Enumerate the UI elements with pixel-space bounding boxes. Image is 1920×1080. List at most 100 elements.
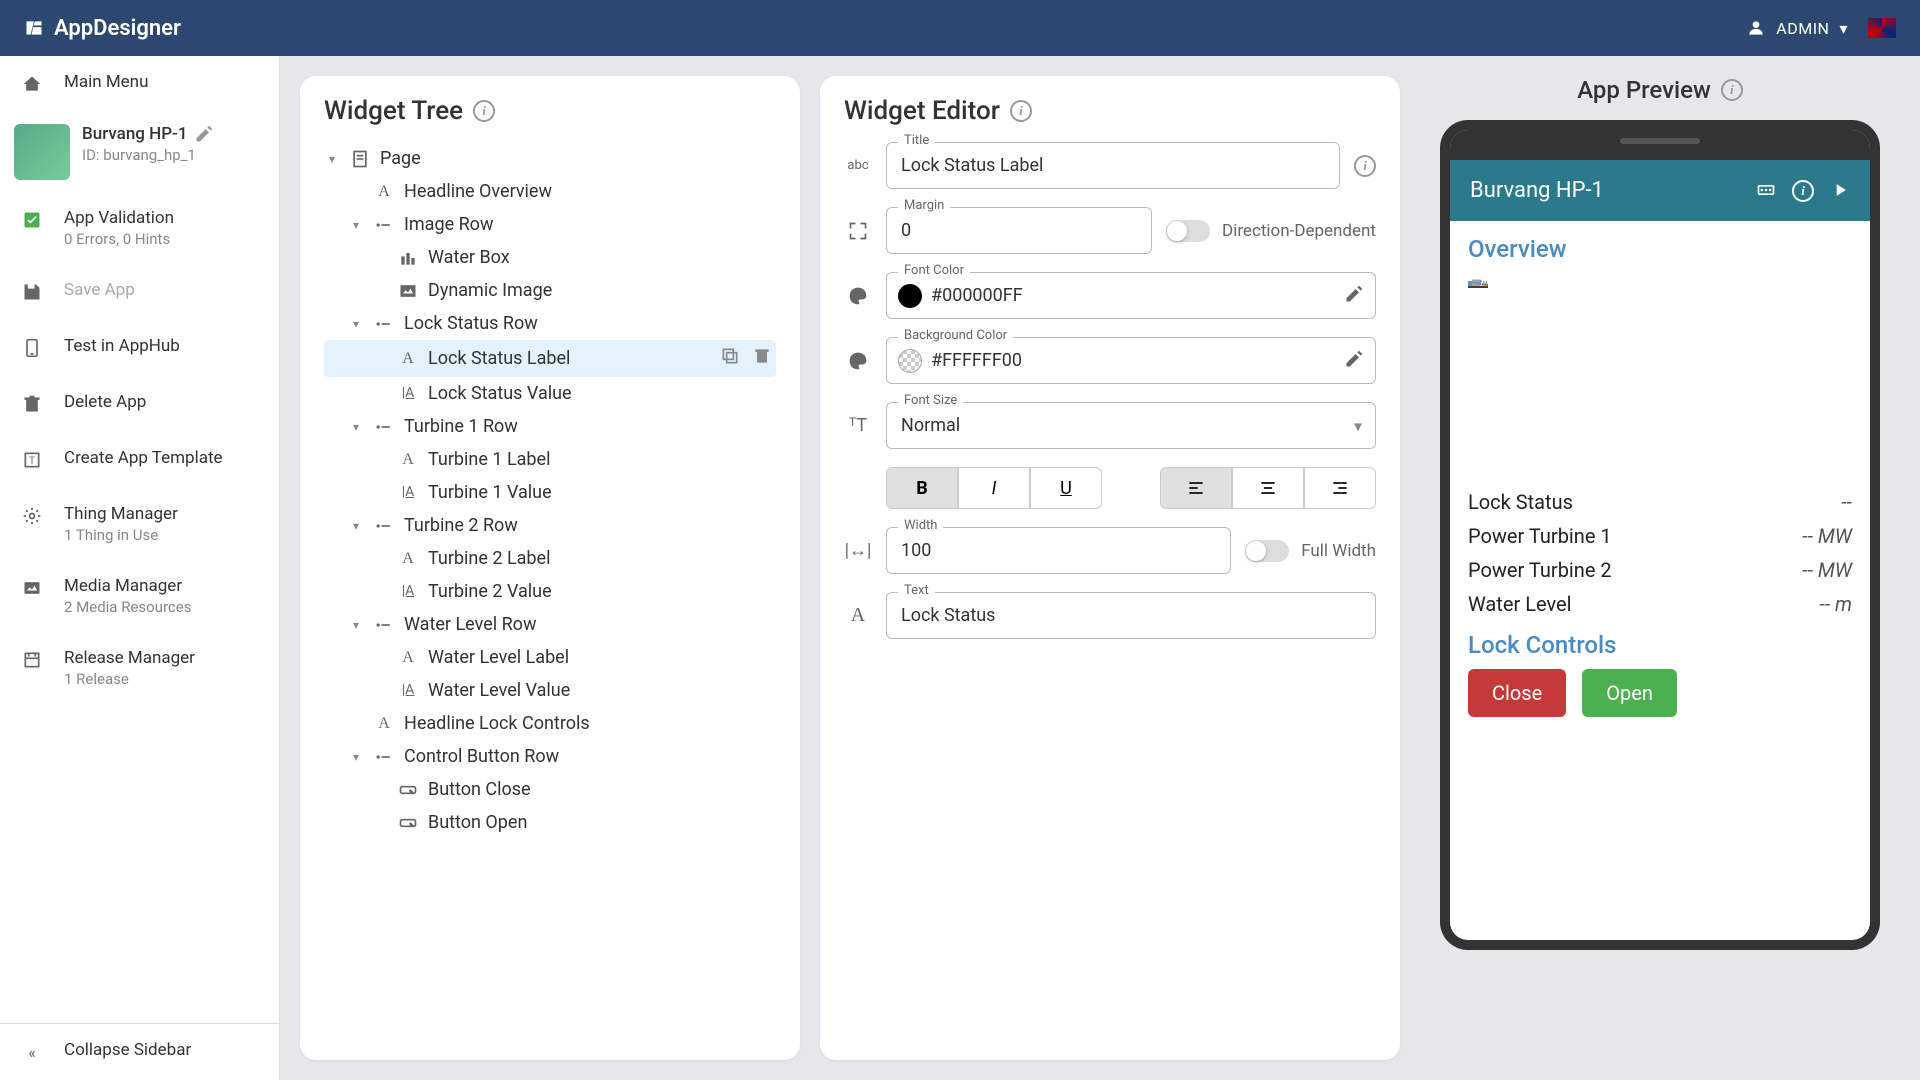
caret-icon[interactable]: ▾	[348, 218, 364, 232]
tree-node[interactable]: ▾AHeadline Lock Controls	[324, 707, 776, 740]
preview-title-text: App Preview	[1577, 76, 1711, 104]
italic-button[interactable]: I	[958, 467, 1030, 509]
language-flag[interactable]	[1868, 18, 1896, 38]
tree-node[interactable]: ▾Water Box	[324, 241, 776, 274]
caret-icon[interactable]: ▾	[348, 519, 364, 533]
tree-node[interactable]: ▾Dynamic Image	[324, 274, 776, 307]
row-icon	[374, 747, 394, 767]
open-button[interactable]: Open	[1582, 669, 1677, 717]
toggle-label: Direction-Dependent	[1222, 221, 1376, 241]
bold-button[interactable]: B	[886, 467, 958, 509]
data-value: --	[1841, 490, 1852, 514]
edit-icon[interactable]	[1344, 284, 1364, 308]
edit-icon[interactable]	[1344, 349, 1364, 373]
sidebar-app-card[interactable]: Burvang HP-1 ID: burvang_hp_1	[0, 112, 279, 192]
row-icon	[374, 215, 394, 235]
tree-node[interactable]: ▾Image Row	[324, 208, 776, 241]
tree-node[interactable]: ▾|ATurbine 2 Value	[324, 575, 776, 608]
sidebar-collapse[interactable]: « Collapse Sidebar	[0, 1024, 279, 1080]
align-right-button[interactable]	[1304, 467, 1376, 509]
info-icon[interactable]: i	[1792, 180, 1814, 202]
sidebar-validation[interactable]: App Validation 0 Errors, 0 Hints	[0, 192, 279, 264]
sidebar-template[interactable]: T Create App Template	[0, 432, 279, 488]
sidebar-item-sublabel: 1 Thing in Use	[64, 526, 178, 544]
info-icon[interactable]: i	[1721, 79, 1743, 101]
app-header: AppDesigner ADMIN ▾	[0, 0, 1920, 56]
tree-node-label: Turbine 2 Row	[404, 515, 772, 536]
tree-node[interactable]: ▾Lock Status Row	[324, 307, 776, 340]
sidebar-thing[interactable]: Thing Manager 1 Thing in Use	[0, 488, 279, 560]
keyboard-icon[interactable]	[1756, 180, 1776, 200]
width-input[interactable]	[886, 527, 1231, 574]
copy-icon[interactable]	[720, 346, 740, 371]
sidebar-media[interactable]: Media Manager 2 Media Resources	[0, 560, 279, 632]
sidebar-main-menu[interactable]: Main Menu	[0, 56, 279, 112]
tree-node[interactable]: ▾Button Open	[324, 806, 776, 839]
caret-icon[interactable]: ▾	[348, 750, 364, 764]
sidebar-delete[interactable]: Delete App	[0, 376, 279, 432]
row-icon	[374, 615, 394, 635]
tree-node[interactable]: ▾Page	[324, 142, 776, 175]
margin-direction-toggle[interactable]	[1166, 220, 1210, 242]
image-icon	[398, 281, 418, 301]
data-row: Power Turbine 1-- MW	[1468, 519, 1852, 553]
tree-node[interactable]: ▾Control Button Row	[324, 740, 776, 773]
section-lock-controls: Lock Controls	[1468, 631, 1852, 659]
info-icon[interactable]: i	[1010, 100, 1032, 122]
caret-icon[interactable]: ▾	[348, 618, 364, 632]
field-label: Font Color	[898, 263, 970, 278]
text-icon: A	[398, 550, 418, 568]
caret-icon[interactable]: ▾	[324, 152, 340, 166]
panel-title: Widget Tree i	[324, 96, 776, 126]
tree-node[interactable]: ▾|ATurbine 1 Value	[324, 476, 776, 509]
align-left-button[interactable]	[1160, 467, 1232, 509]
bars-icon	[398, 248, 418, 268]
hydro-diagram	[1468, 273, 1852, 473]
margin-input[interactable]	[886, 207, 1152, 254]
align-center-button[interactable]	[1232, 467, 1304, 509]
app-id: ID: burvang_hp_1	[82, 146, 214, 164]
text-icon: A	[398, 451, 418, 469]
info-icon[interactable]: i	[473, 100, 495, 122]
tree-node[interactable]: ▾AWater Level Label	[324, 641, 776, 674]
value-icon: |A	[398, 385, 418, 402]
close-button[interactable]: Close	[1468, 669, 1566, 717]
trash-icon[interactable]	[752, 346, 772, 371]
release-icon	[20, 648, 44, 672]
logo-icon	[24, 18, 44, 38]
underline-button[interactable]: U	[1030, 467, 1102, 509]
font-size-select[interactable]	[886, 402, 1376, 449]
title-input[interactable]	[886, 142, 1340, 189]
bg-color-input[interactable]	[886, 337, 1376, 384]
text-icon: A	[398, 350, 418, 368]
full-width-toggle[interactable]	[1245, 540, 1289, 562]
info-icon[interactable]: i	[1354, 155, 1376, 177]
tree-node[interactable]: ▾Button Close	[324, 773, 776, 806]
sidebar-release[interactable]: Release Manager 1 Release	[0, 632, 279, 704]
tree-node[interactable]: ▾ATurbine 1 Label	[324, 443, 776, 476]
tree-node-label: Turbine 1 Label	[428, 449, 772, 470]
panel-title-text: Widget Editor	[844, 96, 1000, 126]
play-icon[interactable]	[1830, 180, 1850, 200]
field-label: Title	[898, 133, 935, 148]
text-input[interactable]	[886, 592, 1376, 639]
tree-node[interactable]: ▾ Turbine 2 Row	[324, 509, 776, 542]
tree-node[interactable]: ▾Turbine 1 Row	[324, 410, 776, 443]
palette-icon	[844, 286, 872, 306]
tree-node[interactable]: ▾ATurbine 2 Label	[324, 542, 776, 575]
font-color-input[interactable]	[886, 272, 1376, 319]
tree-node[interactable]: ▾AHeadline Overview	[324, 175, 776, 208]
tree-node[interactable]: ▾|AWater Level Value	[324, 674, 776, 707]
tree-node[interactable]: ▾Water Level Row	[324, 608, 776, 641]
tree-node-label: Headline Overview	[404, 181, 772, 202]
tree-node[interactable]: ▾ALock Status Label	[324, 340, 776, 377]
caret-icon[interactable]: ▾	[348, 420, 364, 434]
tree-node[interactable]: ▾|ALock Status Value	[324, 377, 776, 410]
widget-editor-panel: Widget Editor i abc Title i Margin	[820, 76, 1400, 1060]
sidebar: Main Menu Burvang HP-1 ID: burvang_hp_1 …	[0, 56, 280, 1080]
edit-icon[interactable]	[194, 124, 214, 144]
caret-icon[interactable]: ▾	[348, 317, 364, 331]
tree-node-label: Lock Status Value	[428, 383, 772, 404]
admin-menu[interactable]: ADMIN ▾	[1746, 18, 1848, 38]
sidebar-test[interactable]: Test in AppHub	[0, 320, 279, 376]
